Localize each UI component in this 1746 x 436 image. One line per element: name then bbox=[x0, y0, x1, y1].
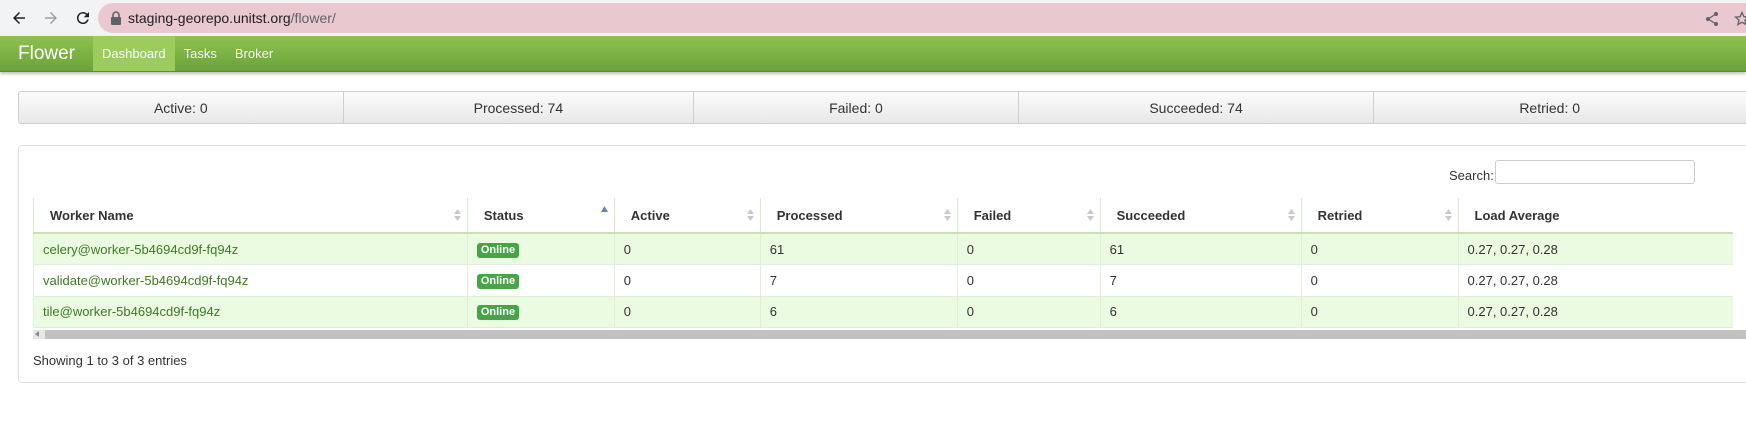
summary-bar: Active: 0 Processed: 74 Failed: 0 Succee… bbox=[18, 91, 1746, 124]
cell-retried: 0 bbox=[1301, 233, 1459, 265]
horizontal-scrollbar[interactable] bbox=[33, 330, 1746, 339]
cell-processed: 7 bbox=[760, 264, 958, 297]
col-retried[interactable]: Retried bbox=[1301, 198, 1459, 234]
col-label: Active bbox=[630, 207, 670, 223]
sort-icon bbox=[1444, 209, 1452, 221]
nav-broker[interactable]: Broker bbox=[226, 36, 282, 71]
cell-load-average: 0.27, 0.27, 0.28 bbox=[1458, 264, 1733, 297]
arrow-right-icon bbox=[45, 12, 57, 24]
cell-status: Online bbox=[467, 264, 615, 297]
scroll-left-icon[interactable] bbox=[35, 331, 39, 337]
forward-button[interactable] bbox=[37, 4, 65, 32]
reload-icon bbox=[76, 12, 89, 25]
sort-icon bbox=[453, 209, 461, 221]
cell-failed: 0 bbox=[957, 264, 1101, 297]
reload-button[interactable] bbox=[69, 4, 97, 32]
browser-toolbar: staging-georepo.unitst.org/flower/ bbox=[0, 0, 1746, 36]
nav-tasks[interactable]: Tasks bbox=[175, 36, 226, 71]
search-input[interactable] bbox=[1495, 160, 1695, 184]
col-label: Retried bbox=[1317, 207, 1363, 223]
cell-processed: 6 bbox=[760, 296, 958, 328]
col-label: Worker Name bbox=[50, 207, 134, 223]
cell-load-average: 0.27, 0.27, 0.28 bbox=[1458, 233, 1733, 265]
sort-icon bbox=[1086, 209, 1094, 221]
col-succeeded[interactable]: Succeeded bbox=[1100, 198, 1302, 234]
workers-table: Worker Name Status Active Processed Fail… bbox=[33, 198, 1733, 328]
cell-worker-name: validate@worker-5b4694cd9f-fq94z bbox=[33, 264, 468, 297]
cell-worker-name: tile@worker-5b4694cd9f-fq94z bbox=[33, 296, 468, 328]
cell-active: 0 bbox=[614, 264, 761, 297]
table-row: celery@worker-5b4694cd9f-fq94z Online 0 … bbox=[33, 233, 1733, 265]
table-row: tile@worker-5b4694cd9f-fq94z Online 0 6 … bbox=[33, 296, 1733, 328]
lock-icon bbox=[111, 11, 121, 25]
cell-worker-name: celery@worker-5b4694cd9f-fq94z bbox=[33, 233, 468, 265]
col-label: Load Average bbox=[1474, 207, 1560, 223]
cell-status: Online bbox=[467, 233, 615, 265]
summary-succeeded[interactable]: Succeeded: 74 bbox=[1019, 92, 1375, 123]
url-path: /flower/ bbox=[290, 10, 336, 26]
cell-active: 0 bbox=[614, 233, 761, 265]
status-badge: Online bbox=[476, 242, 520, 258]
table-header-row: Worker Name Status Active Processed Fail… bbox=[33, 198, 1733, 234]
scrollbar-thumb[interactable] bbox=[45, 330, 1746, 339]
sort-icon bbox=[943, 209, 951, 221]
cell-load-average: 0.27, 0.27, 0.28 bbox=[1458, 296, 1733, 328]
col-processed[interactable]: Processed bbox=[760, 198, 958, 234]
status-badge: Online bbox=[476, 305, 520, 321]
sort-asc-icon bbox=[600, 206, 608, 212]
star-icon[interactable] bbox=[1734, 11, 1746, 27]
summary-retried[interactable]: Retried: 0 bbox=[1374, 92, 1746, 123]
cell-failed: 0 bbox=[957, 233, 1101, 265]
cell-processed: 61 bbox=[760, 233, 958, 265]
address-bar[interactable]: staging-georepo.unitst.org/flower/ bbox=[98, 3, 1746, 33]
worker-link[interactable]: celery@worker-5b4694cd9f-fq94z bbox=[43, 242, 238, 257]
share-icon[interactable] bbox=[1704, 11, 1720, 27]
nav-dashboard[interactable]: Dashboard bbox=[93, 36, 175, 71]
col-label: Processed bbox=[776, 207, 843, 223]
cell-status: Online bbox=[467, 296, 615, 328]
summary-failed[interactable]: Failed: 0 bbox=[694, 92, 1019, 123]
brand-logo[interactable]: Flower bbox=[0, 36, 93, 71]
worker-link[interactable]: validate@worker-5b4694cd9f-fq94z bbox=[43, 273, 248, 288]
col-failed[interactable]: Failed bbox=[957, 198, 1101, 234]
col-load-average[interactable]: Load Average bbox=[1458, 198, 1733, 234]
summary-processed[interactable]: Processed: 74 bbox=[344, 92, 695, 123]
cell-failed: 0 bbox=[957, 296, 1101, 328]
back-button[interactable] bbox=[5, 4, 33, 32]
url-host: staging-georepo.unitst.org bbox=[128, 10, 291, 26]
sort-icon bbox=[1287, 209, 1295, 221]
cell-retried: 0 bbox=[1301, 296, 1459, 328]
worker-link[interactable]: tile@worker-5b4694cd9f-fq94z bbox=[43, 304, 220, 319]
workers-panel: Search: Worker Name Status Active Proces… bbox=[18, 145, 1746, 383]
col-active[interactable]: Active bbox=[614, 198, 761, 234]
arrow-left-icon bbox=[13, 12, 25, 24]
status-badge: Online bbox=[476, 273, 520, 289]
sort-icon bbox=[746, 209, 754, 221]
cell-succeeded: 7 bbox=[1100, 264, 1302, 297]
cell-active: 0 bbox=[614, 296, 761, 328]
cell-succeeded: 61 bbox=[1100, 233, 1302, 265]
cell-retried: 0 bbox=[1301, 264, 1459, 297]
col-worker-name[interactable]: Worker Name bbox=[33, 198, 468, 234]
summary-active[interactable]: Active: 0 bbox=[19, 92, 344, 123]
col-label: Succeeded bbox=[1116, 207, 1186, 223]
cell-succeeded: 6 bbox=[1100, 296, 1302, 328]
top-navbar: Flower Dashboard Tasks Broker bbox=[0, 36, 1746, 72]
col-status[interactable]: Status bbox=[467, 198, 615, 234]
search-label: Search: bbox=[1449, 168, 1494, 183]
col-label: Status bbox=[483, 207, 524, 223]
table-row: validate@worker-5b4694cd9f-fq94z Online … bbox=[33, 264, 1733, 297]
table-info: Showing 1 to 3 of 3 entries bbox=[33, 353, 187, 368]
col-label: Failed bbox=[973, 207, 1012, 223]
